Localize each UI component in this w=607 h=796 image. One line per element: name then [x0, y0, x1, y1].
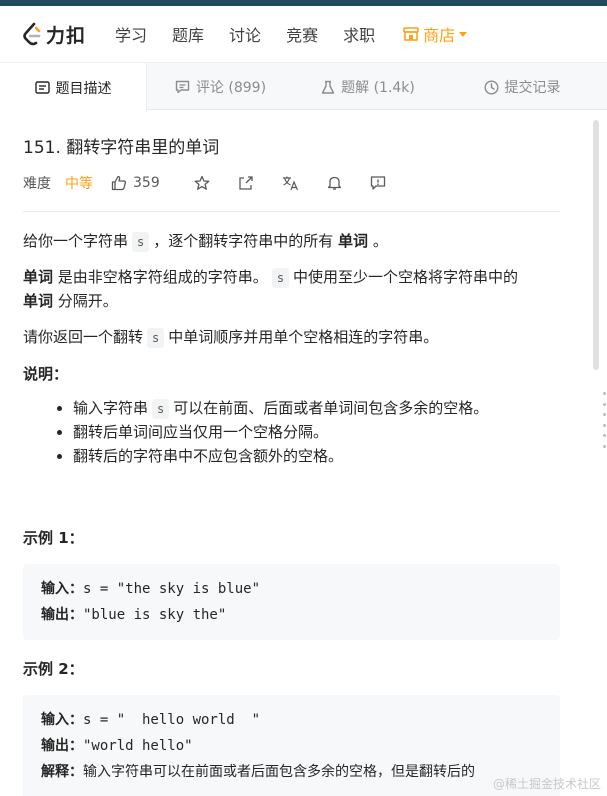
tab-submissions[interactable]: 提交记录 [442, 63, 602, 111]
inline-code: s [271, 268, 290, 288]
text: 输入字符串 [73, 399, 149, 417]
translate-icon [282, 176, 298, 191]
chevron-down-icon [459, 31, 468, 37]
example-block: 输入：s = " hello world " 输出："world hello" … [23, 695, 560, 796]
panel-resize-handle[interactable] [601, 392, 607, 448]
example-title: 示例 1： [23, 529, 84, 547]
problem-meta: 难度 中等 359 [23, 172, 561, 194]
example-output: "world hello" [83, 738, 193, 754]
input-label: 输入： [41, 581, 83, 597]
drag-dot [602, 434, 606, 438]
example-explanation: 输入字符串可以在前面或者后面包含多余的空格，但是翻转后的 [83, 764, 475, 780]
inline-code: s [152, 399, 170, 419]
example-block: 输入：s = "the sky is blue" 输出："blue is sky… [23, 564, 560, 640]
nav-item-contest[interactable]: 竞赛 [286, 22, 318, 46]
problem-title: 151. 翻转字符串里的单词 [23, 138, 220, 158]
bold-term: 单词 [338, 232, 369, 250]
star-icon [194, 175, 210, 190]
nav-item-learn[interactable]: 学习 [115, 22, 147, 46]
difficulty-label: 难度 [23, 176, 51, 192]
tab-submissions-label: 提交记录 [504, 80, 561, 96]
text: 给你一个字符串 [23, 232, 129, 250]
tab-comments[interactable]: 评论 (899) [147, 63, 294, 111]
translate-button[interactable] [282, 175, 299, 191]
scrollbar[interactable] [593, 110, 599, 796]
tab-description-label: 题目描述 [55, 80, 112, 97]
bold-term: 单词 [23, 292, 54, 310]
tab-comments-label: 评论 (899) [195, 80, 267, 96]
text: 可以在前面、后面或者单词间包含多余的空格。 [173, 399, 489, 417]
drag-dot [602, 423, 606, 427]
problem-tabs: 题目描述 评论 (899) 题解 (1.4k) 提交记录 [0, 62, 607, 112]
thumbs-up-icon [111, 175, 127, 191]
text: 请你返回一个翻转 [23, 328, 144, 346]
list-item: 翻转后的字符串中不应包含额外的空格。 [73, 444, 561, 468]
difficulty-badge: 中等 [65, 176, 93, 192]
nav-item-shop[interactable]: 商店 [403, 22, 468, 46]
document-icon [34, 81, 50, 94]
bold-term: 单词 [23, 268, 54, 286]
tab-description[interactable]: 题目描述 [0, 63, 147, 112]
notes-list: 输入字符串s可以在前面、后面或者单词间包含多余的空格。 翻转后单词间应当仅用一个… [73, 396, 561, 468]
logo[interactable]: 力扣 [22, 21, 86, 48]
text: 。 [372, 232, 388, 250]
flask-icon [321, 80, 335, 94]
clock-icon [483, 79, 499, 95]
divider [23, 211, 560, 212]
shop-label: 商店 [423, 26, 456, 45]
notes-title: 说明： [23, 365, 69, 383]
text: 分隔开。 [57, 292, 118, 310]
text: 中使用至少一个空格将字符串中的 [293, 268, 519, 286]
nav-item-problemset[interactable]: 题库 [172, 22, 204, 46]
text: 是由非空格字符组成的字符串。 [57, 268, 268, 286]
drag-dot [602, 392, 606, 395]
text: ，逐个翻转字符串中的所有 [153, 232, 334, 250]
nav-item-discuss[interactable]: 讨论 [229, 22, 261, 46]
feedback-icon [370, 176, 385, 190]
comment-icon [175, 80, 190, 94]
favorite-button[interactable] [194, 175, 210, 191]
watermark: @稀土掘金技术社区 [492, 777, 601, 791]
like-count: 359 [133, 175, 160, 191]
example-input: s = "the sky is blue" [83, 581, 261, 597]
bell-icon [327, 176, 341, 190]
feedback-button[interactable] [370, 175, 386, 191]
notify-button[interactable] [327, 175, 342, 191]
list-item: 翻转后单词间应当仅用一个空格分隔。 [73, 420, 561, 444]
share-icon [239, 176, 253, 190]
example-title: 示例 2： [23, 660, 84, 678]
scrollbar-thumb[interactable] [593, 120, 599, 370]
output-label: 输出： [41, 738, 83, 754]
example-input: s = " hello world " [83, 712, 261, 728]
share-button[interactable] [238, 175, 254, 191]
example-output: "blue is sky the" [83, 607, 227, 623]
drag-dot [602, 413, 606, 417]
drag-dot [602, 402, 606, 406]
explain-label: 解释： [41, 764, 83, 780]
description-paragraph: 单词 是由非空格字符组成的字符串。 s 中使用至少一个空格将字符串中的 单词 分隔开。 [23, 265, 561, 313]
list-item: 输入字符串s可以在前面、后面或者单词间包含多余的空格。 [73, 396, 561, 420]
text: 中单词顺序并用单个空格相连的字符串。 [168, 328, 439, 346]
top-nav: 力扣 学习 题库 讨论 竞赛 求职 商店 [0, 6, 607, 62]
drag-dot [602, 444, 606, 448]
inline-code: s [147, 328, 165, 348]
tab-solutions-label: 题解 (1.4k) [341, 80, 415, 96]
logo-text: 力扣 [46, 24, 87, 47]
output-label: 输出： [41, 607, 83, 623]
problem-content: 151. 翻转字符串里的单词 难度 中等 359 给你一个字符串 s ，逐个翻转… [23, 110, 561, 796]
inline-code: s [132, 232, 150, 252]
like-button[interactable]: 359 [111, 175, 160, 191]
nav-item-jobs[interactable]: 求职 [343, 22, 375, 46]
description-paragraph: 请你返回一个翻转 s 中单词顺序并用单个空格相连的字符串。 [23, 325, 561, 349]
tab-solutions[interactable]: 题解 (1.4k) [294, 63, 442, 111]
description-paragraph: 给你一个字符串 s ，逐个翻转字符串中的所有 单词 。 [23, 229, 561, 253]
input-label: 输入： [41, 712, 83, 728]
leetcode-logo-icon [23, 22, 41, 46]
store-icon [403, 27, 419, 41]
